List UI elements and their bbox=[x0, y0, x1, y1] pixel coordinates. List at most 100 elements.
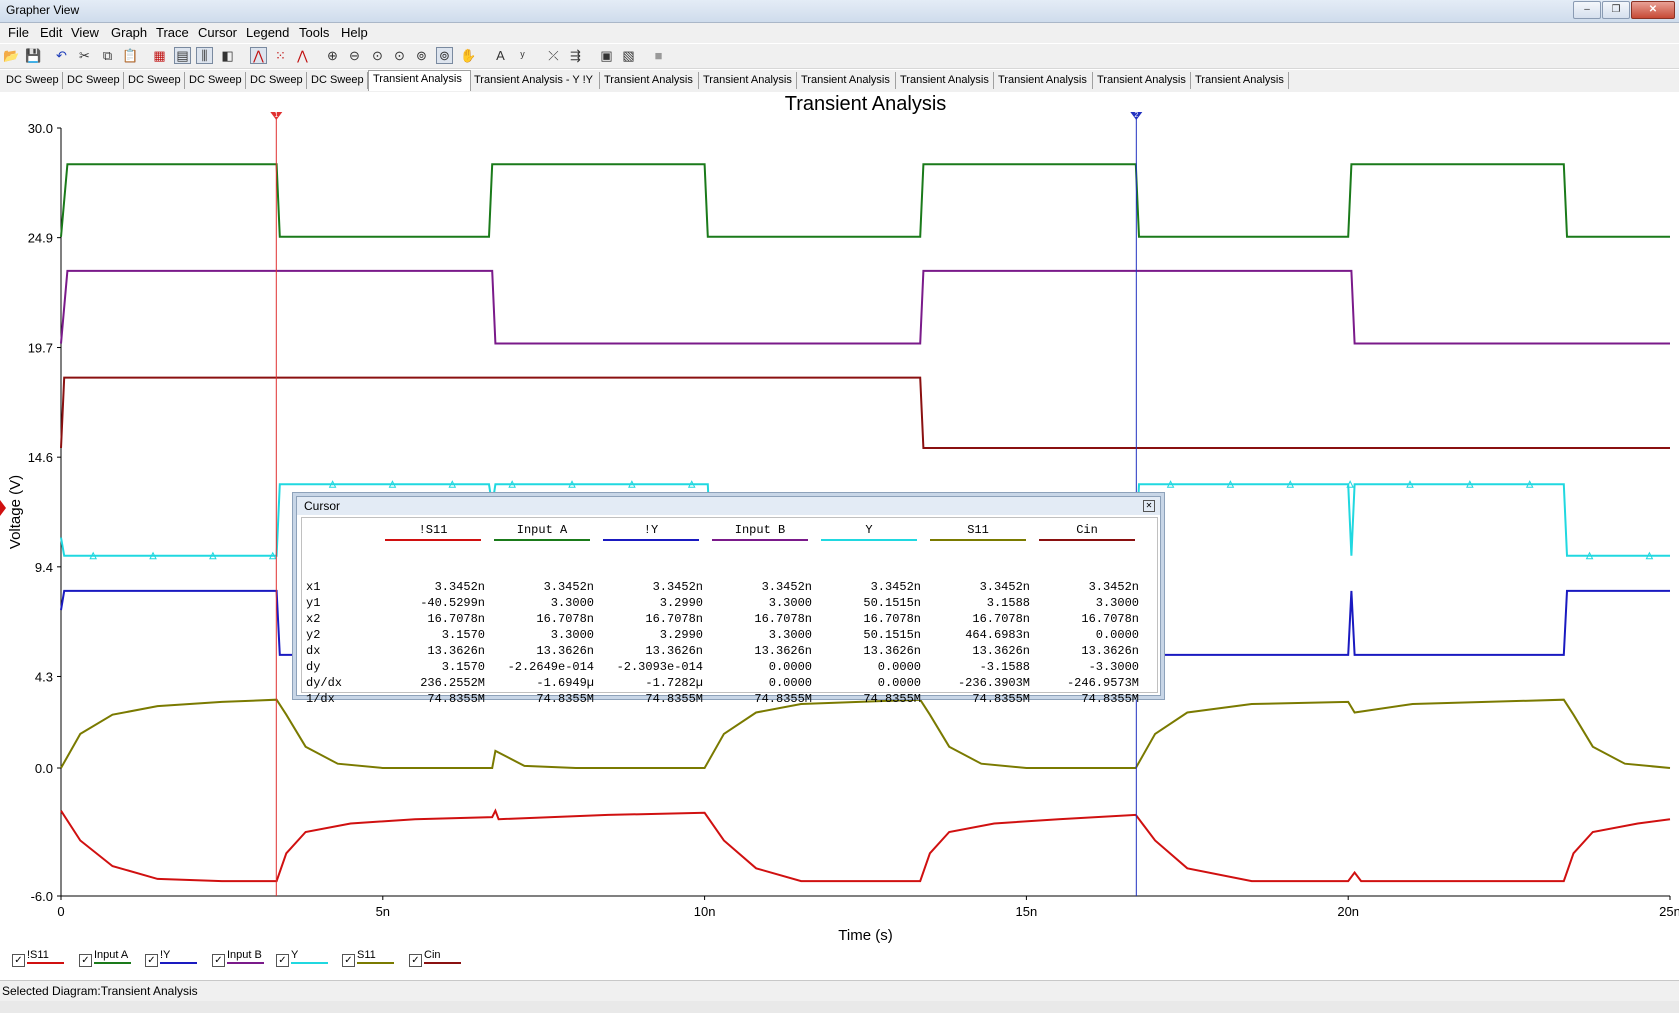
legend-checkbox[interactable]: ✓ bbox=[79, 954, 92, 967]
pan-icon[interactable]: ✋ bbox=[460, 47, 477, 64]
cursor-cell: -246.9573M bbox=[1066, 676, 1139, 690]
tab-4[interactable]: DC Sweep bbox=[246, 72, 307, 89]
cursor-cell: 3.2990 bbox=[659, 628, 703, 642]
cursor-cell: 0.0000 bbox=[768, 660, 812, 674]
tab-11[interactable]: Transient Analysis bbox=[896, 72, 994, 89]
menu-graph[interactable]: Graph bbox=[111, 25, 147, 40]
stop-icon[interactable]: ■ bbox=[650, 47, 667, 64]
cursor-cell: 3.2990 bbox=[659, 596, 703, 610]
cursor-cell: 3.1570 bbox=[441, 660, 485, 674]
tab-14[interactable]: Transient Analysis bbox=[1191, 72, 1289, 89]
cursor-cell: 3.3000 bbox=[768, 628, 812, 642]
legend-checkbox[interactable]: ✓ bbox=[409, 954, 422, 967]
tab-9[interactable]: Transient Analysis bbox=[699, 72, 797, 89]
menu-edit[interactable]: Edit bbox=[40, 25, 62, 40]
text-icon[interactable]: A bbox=[492, 47, 509, 64]
tab-2[interactable]: DC Sweep bbox=[124, 72, 185, 89]
cursor-2-label: 2 bbox=[1134, 112, 1138, 119]
export-icon[interactable]: ⇶ bbox=[567, 47, 584, 64]
minimize-button[interactable]: – bbox=[1573, 1, 1601, 19]
cut-icon[interactable]: ✂ bbox=[76, 47, 93, 64]
trace-icon[interactable]: ⤫ bbox=[545, 47, 562, 64]
properties-icon[interactable]: ▧ bbox=[620, 47, 637, 64]
menu-trace[interactable]: Trace bbox=[156, 25, 189, 40]
legend-label: !S11 bbox=[27, 949, 49, 961]
restore-button[interactable]: ❐ bbox=[1602, 1, 1630, 19]
cursor-cell: 0.0000 bbox=[768, 676, 812, 690]
menu-cursor[interactable]: Cursor bbox=[198, 25, 237, 40]
label-icon[interactable]: ʸ bbox=[514, 47, 531, 64]
tab-12[interactable]: Transient Analysis bbox=[994, 72, 1093, 89]
zoom-out-icon[interactable]: ⊖ bbox=[346, 47, 363, 64]
legend-label: Input A bbox=[94, 949, 129, 961]
copy-icon[interactable]: ⧉ bbox=[99, 47, 116, 64]
cursor-1-label: 1 bbox=[274, 112, 278, 119]
cursor-cell: -40.5299n bbox=[420, 596, 485, 610]
cursor-toggle-icon[interactable]: ⫼ bbox=[196, 47, 213, 64]
tab-1[interactable]: DC Sweep bbox=[63, 72, 124, 89]
zoom-x-icon[interactable]: ⊙ bbox=[369, 47, 386, 64]
x-axis-label: Time (s) bbox=[838, 927, 892, 944]
cursor-cell: 16.7078n bbox=[972, 612, 1030, 626]
cursor-cell: 3.3000 bbox=[550, 628, 594, 642]
tab-8[interactable]: Transient Analysis bbox=[600, 72, 699, 89]
chart-title: Transient Analysis bbox=[785, 93, 947, 115]
close-button[interactable]: ✕ bbox=[1631, 1, 1675, 19]
zoom-y-icon[interactable]: ⊙ bbox=[391, 47, 408, 64]
menu-tools[interactable]: Tools bbox=[299, 25, 329, 40]
legend-icon[interactable]: ▤ bbox=[174, 47, 191, 64]
open-icon[interactable]: 📂 bbox=[3, 47, 20, 64]
menu-view[interactable]: View bbox=[71, 25, 99, 40]
x-tick-label: 15n bbox=[1016, 904, 1038, 919]
y-axis-label: Voltage (V) bbox=[7, 475, 24, 549]
undo-icon[interactable]: ↶ bbox=[53, 47, 70, 64]
cursor-window-title: Cursor bbox=[304, 499, 341, 513]
zoom-area-icon[interactable]: ⊚ bbox=[436, 47, 453, 64]
menu-file[interactable]: File bbox=[8, 25, 29, 40]
legend-checkbox[interactable]: ✓ bbox=[212, 954, 225, 967]
zoom-fit-icon[interactable]: ⊚ bbox=[413, 47, 430, 64]
legend-swatch bbox=[27, 962, 64, 964]
tab-5[interactable]: DC Sweep bbox=[307, 72, 368, 89]
cursor-cell: 74.8355M bbox=[536, 692, 594, 706]
x-tick-label: 10n bbox=[694, 904, 716, 919]
zoom-in-icon[interactable]: ⊕ bbox=[324, 47, 341, 64]
legend-checkbox[interactable]: ✓ bbox=[342, 954, 355, 967]
line-icon[interactable]: ⋀ bbox=[250, 47, 267, 64]
cursor-cell: -2.3093e-014 bbox=[616, 660, 703, 674]
series--s11 bbox=[60, 808, 1671, 883]
dots-icon[interactable]: ⁙ bbox=[272, 47, 289, 64]
cursor-column-swatch bbox=[494, 539, 590, 541]
cursor-cell: 50.1515n bbox=[863, 628, 921, 642]
tab-6[interactable]: Transient Analysis bbox=[368, 70, 471, 91]
save-icon[interactable]: 💾 bbox=[25, 47, 42, 64]
cursor-window-header[interactable]: Cursor ✕ bbox=[297, 497, 1160, 515]
menu-bar: File Edit View Graph Trace Cursor Legend Tools H… bbox=[0, 23, 1679, 43]
bottom-strip bbox=[0, 1001, 1679, 1013]
cursor-cell: 16.7078n bbox=[863, 612, 921, 626]
cursor-cell: 3.3452n bbox=[761, 580, 812, 594]
close-icon[interactable]: ✕ bbox=[1143, 500, 1155, 512]
copy-graph-icon[interactable]: ▣ bbox=[598, 47, 615, 64]
menu-legend[interactable]: Legend bbox=[246, 25, 289, 40]
legend-swatch bbox=[357, 962, 394, 964]
cursor-column-header: !Y bbox=[643, 523, 659, 537]
cursor-cell: 0.0000 bbox=[877, 676, 921, 690]
legend-checkbox[interactable]: ✓ bbox=[145, 954, 158, 967]
paste-icon[interactable]: 📋 bbox=[122, 47, 139, 64]
cursor-cell: 13.3626n bbox=[645, 644, 703, 658]
markers-icon[interactable]: ⋀ bbox=[294, 47, 311, 64]
cursor-column-header: Y bbox=[865, 523, 873, 537]
tab-13[interactable]: Transient Analysis bbox=[1093, 72, 1191, 89]
cursor-window[interactable]: Cursor ✕ !S11 Input A !Y Input B Y S11 Cin x1 3.… bbox=[296, 496, 1161, 706]
tab-0[interactable]: DC Sweep bbox=[2, 72, 63, 89]
menu-help[interactable]: Help bbox=[341, 25, 368, 40]
overlay-icon[interactable]: ◧ bbox=[219, 47, 236, 64]
tab-10[interactable]: Transient Analysis bbox=[797, 72, 896, 89]
legend-checkbox[interactable]: ✓ bbox=[276, 954, 289, 967]
legend-label: Input B bbox=[227, 949, 262, 961]
tab-3[interactable]: DC Sweep bbox=[185, 72, 246, 89]
legend-checkbox[interactable]: ✓ bbox=[12, 954, 25, 967]
tab-7[interactable]: Transient Analysis - Y !Y bbox=[470, 72, 600, 89]
grid-icon[interactable]: ▦ bbox=[151, 47, 168, 64]
